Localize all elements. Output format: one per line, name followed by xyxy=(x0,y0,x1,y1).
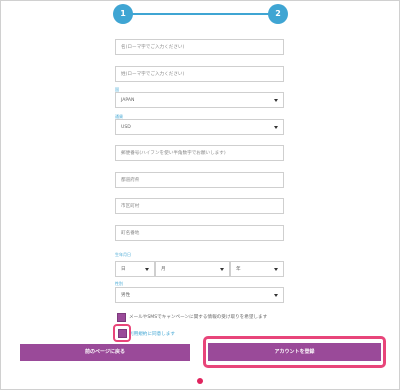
country-value: JAPAN xyxy=(121,98,135,103)
currency-value: USD xyxy=(121,125,131,130)
terms-checkbox-highlight xyxy=(113,324,131,342)
dob-year-value: 年 xyxy=(236,267,241,272)
dob-day-value: 日 xyxy=(121,267,126,272)
dob-month-select[interactable]: 月 xyxy=(155,261,230,277)
chevron-down-icon xyxy=(220,268,224,271)
page-frame xyxy=(0,0,400,390)
prefecture-input[interactable]: 都道府県 xyxy=(115,172,284,188)
step-2-indicator: 2 xyxy=(268,4,288,24)
pager-dot xyxy=(197,378,203,384)
chevron-down-icon xyxy=(145,268,149,271)
city-input[interactable]: 市区町村 xyxy=(115,198,284,214)
back-button[interactable]: 前のページに戻る xyxy=(20,344,190,361)
newsletter-checkbox[interactable] xyxy=(117,313,126,322)
newsletter-label: メールやSMSでキャンペーンに関する情報の受け取りを希望します xyxy=(129,315,268,320)
first-name-input[interactable]: 名(ローマ字でご入力ください) xyxy=(115,39,284,55)
gender-select[interactable]: 男性 xyxy=(115,287,284,303)
chevron-down-icon xyxy=(274,99,278,102)
country-select[interactable]: JAPAN xyxy=(115,92,284,108)
stepper-line xyxy=(127,13,277,15)
dob-year-select[interactable]: 年 xyxy=(230,261,284,277)
dob-month-value: 月 xyxy=(161,267,166,272)
step-1-indicator: 1 xyxy=(113,4,133,24)
create-account-highlight xyxy=(203,336,386,368)
currency-select[interactable]: USD xyxy=(115,119,284,135)
chevron-down-icon xyxy=(274,126,278,129)
gender-value: 男性 xyxy=(121,293,131,298)
street-address-input[interactable]: 町名番地 xyxy=(115,225,284,241)
dob-label: 生年月日 xyxy=(115,252,131,257)
postal-code-input[interactable]: 郵便番号(ハイフンを使い半角数字でお願いします) xyxy=(115,145,284,161)
dob-day-select[interactable]: 日 xyxy=(115,261,155,277)
chevron-down-icon xyxy=(274,268,278,271)
chevron-down-icon xyxy=(274,294,278,297)
last-name-input[interactable]: 姓(ローマ字でご入力ください) xyxy=(115,66,284,82)
terms-link[interactable]: 利用規約に同意します xyxy=(129,331,175,337)
